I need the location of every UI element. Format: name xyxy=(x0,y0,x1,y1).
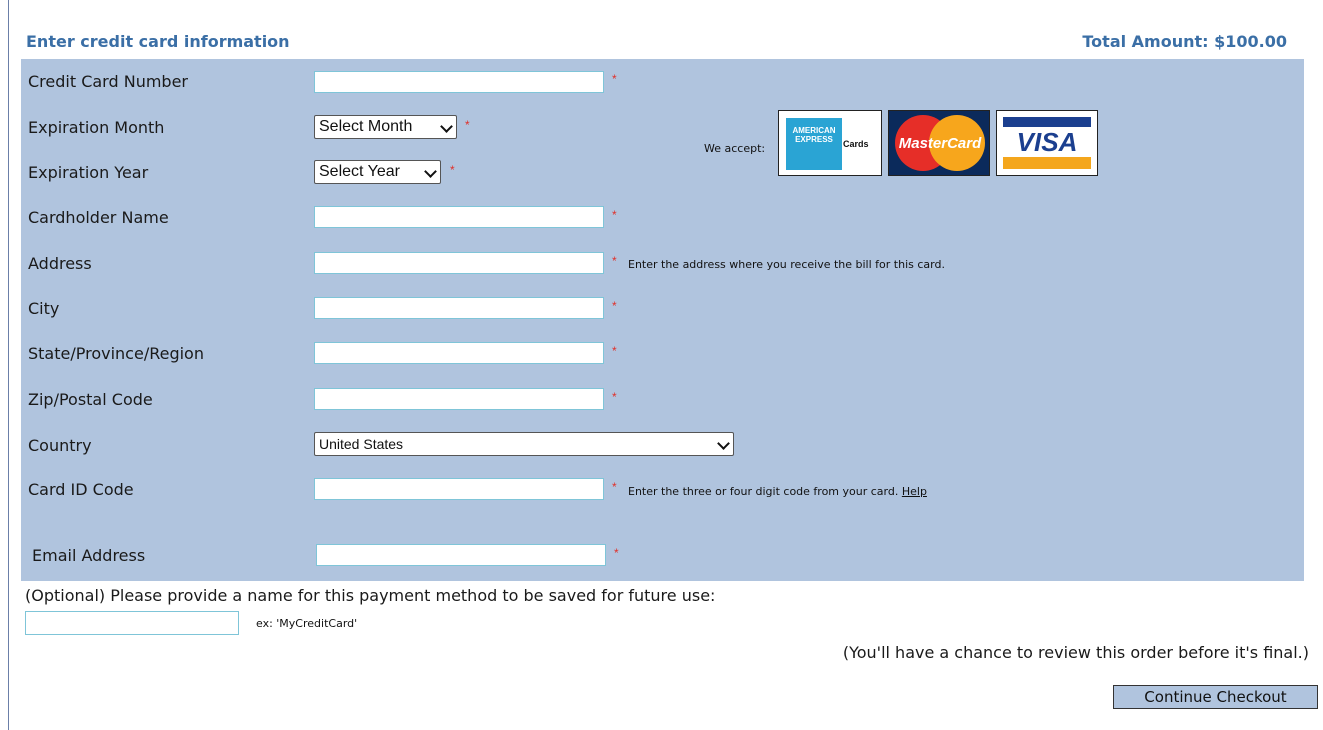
cardholder-name-label: Cardholder Name xyxy=(28,208,169,227)
credit-card-number-label: Credit Card Number xyxy=(28,72,188,91)
required-marker: * xyxy=(612,344,617,358)
expiration-month-value: Select Month xyxy=(319,118,413,135)
address-field[interactable] xyxy=(314,252,604,274)
address-label: Address xyxy=(28,254,92,273)
chevron-down-icon xyxy=(440,120,453,133)
city-field[interactable] xyxy=(314,297,604,319)
required-marker: * xyxy=(612,390,617,404)
review-note: (You'll have a chance to review this ord… xyxy=(842,643,1309,662)
visa-logo: VISA xyxy=(996,110,1098,176)
state-label: State/Province/Region xyxy=(28,344,204,363)
help-link[interactable]: Help xyxy=(902,485,927,498)
section-title: Enter credit card information xyxy=(26,32,290,51)
state-field[interactable] xyxy=(314,342,604,364)
credit-card-number-field[interactable] xyxy=(314,71,604,93)
zip-field[interactable] xyxy=(314,388,604,410)
chevron-down-icon xyxy=(424,165,437,178)
required-marker: * xyxy=(450,163,455,177)
expiration-year-select[interactable]: Select Year xyxy=(314,160,441,184)
country-value: United States xyxy=(319,436,404,452)
country-select[interactable]: United States xyxy=(314,432,734,456)
amex-logo-box: AMERICAN EXPRESS xyxy=(786,118,842,170)
required-marker: * xyxy=(612,208,617,222)
email-label: Email Address xyxy=(32,546,146,565)
page-left-border xyxy=(8,0,9,730)
required-marker: * xyxy=(612,480,617,494)
city-label: City xyxy=(28,299,60,318)
expiration-month-select[interactable]: Select Month xyxy=(314,115,457,139)
zip-label: Zip/Postal Code xyxy=(28,390,153,409)
required-marker: * xyxy=(612,299,617,313)
amex-card-logo: AMERICAN EXPRESS Cards xyxy=(778,110,882,176)
email-field[interactable] xyxy=(316,544,606,566)
expiration-year-label: Expiration Year xyxy=(28,163,149,182)
payment-method-name-field[interactable] xyxy=(25,611,239,635)
payment-name-example: ex: 'MyCreditCard' xyxy=(256,617,358,630)
optional-name-label: (Optional) Please provide a name for thi… xyxy=(25,586,716,605)
continue-checkout-button[interactable]: Continue Checkout xyxy=(1113,685,1318,709)
we-accept-label: We accept: xyxy=(704,142,766,155)
required-marker: * xyxy=(614,546,619,560)
credit-card-form-panel xyxy=(21,59,1304,581)
card-id-field[interactable] xyxy=(314,478,604,500)
total-amount: Total Amount: $100.00 xyxy=(1082,32,1287,51)
required-marker: * xyxy=(465,118,470,132)
card-id-hint: Enter the three or four digit code from … xyxy=(628,485,927,498)
mastercard-logo: MasterCard xyxy=(888,110,990,176)
chevron-down-icon xyxy=(717,437,730,450)
address-hint: Enter the address where you receive the … xyxy=(628,258,945,271)
card-id-label: Card ID Code xyxy=(28,480,134,499)
country-label: Country xyxy=(28,436,92,455)
expiration-year-value: Select Year xyxy=(319,163,400,180)
cardholder-name-field[interactable] xyxy=(314,206,604,228)
required-marker: * xyxy=(612,72,617,86)
required-marker: * xyxy=(612,254,617,268)
expiration-month-label: Expiration Month xyxy=(28,118,165,137)
